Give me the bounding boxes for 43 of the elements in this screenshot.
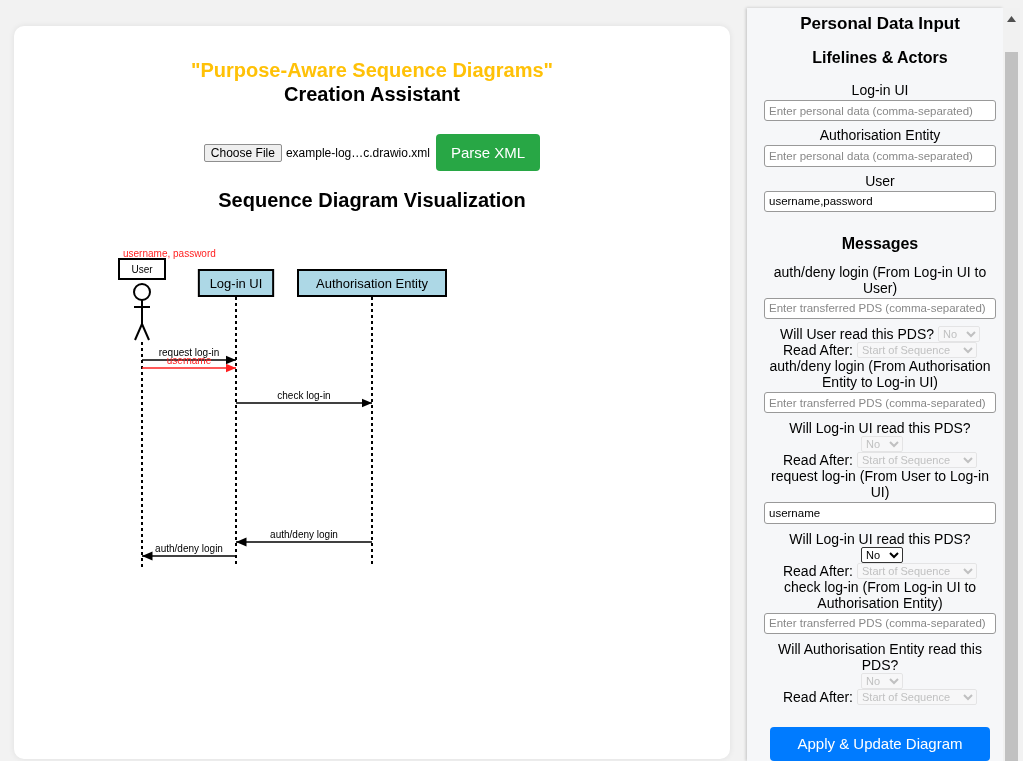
field-label: Log-in UI [851,82,909,98]
field-label: User [865,172,895,189]
input-field[interactable]: username [764,502,996,524]
read-after-label: Read After: [782,688,853,705]
read-after-label: Read After: [782,452,853,469]
question-text: Will Authorisation Entity read this PDS? [777,640,983,673]
read-select[interactable]: No [861,546,903,563]
question-text: Will Log-in UI read this PDS? [789,420,971,437]
input-field[interactable]: Enter personal data (comma-separated) [764,145,996,167]
field-label: auth/deny login (From Log-in UI to User) [772,263,988,296]
message-label: auth/deny login [155,543,223,554]
file-name: example-log…c.drawio.xml [285,145,430,160]
app-subtitle: Creation Assistant [284,82,460,106]
input-field[interactable]: Enter personal data (comma-separated) [764,100,996,122]
section-title: Messages [841,233,919,254]
read-after-label: Read After: [782,562,853,579]
lifeline-box: Authorisation Entity [297,269,447,297]
actor-box: User [118,258,166,280]
section-title: Sequence Diagram Visualization [218,189,526,212]
scroll-up-icon[interactable] [1007,16,1016,22]
field-label: Authorisation Entity [819,127,941,144]
read-after-label: Read After: [782,342,853,359]
stick-figure-icon [133,283,151,341]
lifeline-box: Log-in UI [197,269,275,297]
input-field[interactable]: Enter transferred PDS (comma-separated) [764,297,996,320]
field-label: auth/deny login (From Authorisation Entity to Log-in UI) [768,358,992,391]
app-title: "Purpose-Aware Sequence Diagrams" [190,58,554,82]
apply-button[interactable]: Apply & Update Diagram [770,726,990,761]
choose-file-button[interactable]: Choose File [203,143,282,162]
input-field[interactable]: username,password [764,190,996,212]
field-label: request log-in (From User to Log-in UI) [770,468,990,501]
parse-xml-button[interactable]: Parse XML [435,134,541,171]
message-label: check log-in [277,390,331,401]
panel-title: Personal Data Input [800,14,960,34]
question-text: Will User read this PDS? [779,326,934,343]
input-field[interactable]: Enter transferred PDS (comma-separated) [764,392,996,414]
section-title: Lifelines & Actors [812,48,948,68]
input-field[interactable]: Enter transferred PDS (comma-separated) [764,612,996,634]
field-label: check log-in (From Log-in UI to Authorisation Entity) [782,578,978,611]
message-label: auth/deny login [270,529,338,540]
question-text: Will Log-in UI read this PDS? [789,530,971,547]
pds-label: username, password [123,248,216,259]
message-label: request log-in [158,347,220,358]
